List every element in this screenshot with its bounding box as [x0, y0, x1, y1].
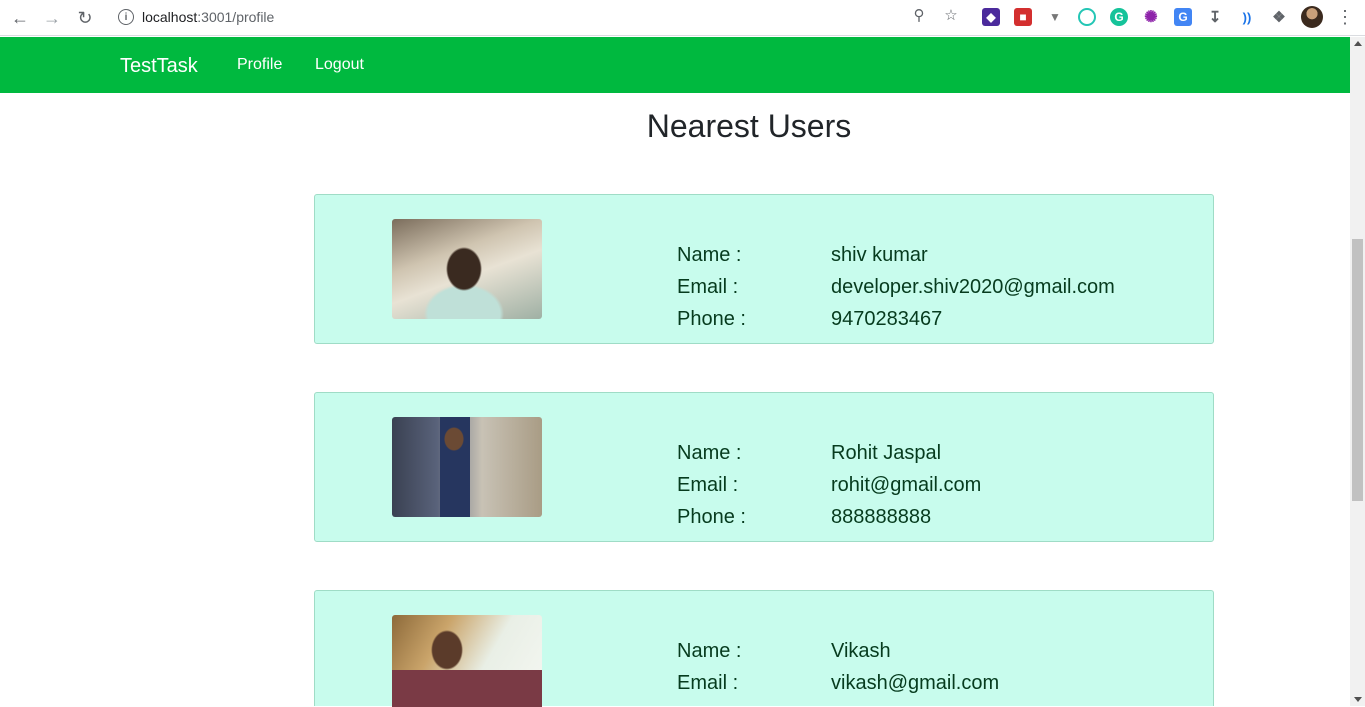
reload-icon[interactable]: ↻ [73, 6, 97, 30]
page-scrollbar[interactable] [1350, 37, 1365, 706]
name-label: Name : [677, 244, 742, 266]
extension-icon[interactable]: ■ [1014, 8, 1032, 26]
url-text: localhost:3001/profile [142, 9, 275, 25]
name-label: Name : [677, 640, 742, 662]
user-card: Name : shiv kumar Email : developer.shiv… [314, 194, 1214, 344]
user-email: vikash@gmail.com [831, 672, 1000, 694]
menu-dots-icon[interactable]: ⋮ [1336, 8, 1354, 26]
scroll-thumb[interactable] [1352, 239, 1363, 501]
extension-icon[interactable]: )) [1238, 8, 1256, 26]
user-card: Name : Rohit Jaspal Email : rohit@gmail.… [314, 392, 1214, 542]
key-icon[interactable]: ⚲ [910, 6, 928, 24]
user-name: Rohit Jaspal [831, 442, 942, 464]
user-email: rohit@gmail.com [831, 474, 982, 496]
phone-label: Phone : [677, 308, 746, 330]
grammarly-icon[interactable]: G [1110, 8, 1128, 26]
email-label: Email : [677, 276, 739, 298]
browser-toolbar: ← → ↻ i localhost:3001/profile ⚲ ☆ ◆ ■ ▼… [0, 0, 1365, 36]
user-email: developer.shiv2020@gmail.com [831, 276, 1115, 298]
address-bar[interactable]: i localhost:3001/profile [108, 3, 968, 31]
name-label: Name : [677, 442, 742, 464]
user-name: shiv kumar [831, 244, 928, 266]
puzzle-extensions-icon[interactable]: ❖ [1270, 8, 1288, 26]
translate-icon[interactable]: G [1174, 8, 1192, 26]
site-info-icon[interactable]: i [118, 9, 134, 25]
page-title: Nearest Users [646, 108, 852, 144]
nav-link-profile[interactable]: Profile [237, 56, 282, 74]
user-phone: 9470283467 [831, 308, 943, 330]
email-label: Email : [677, 672, 739, 694]
user-card: Name : Vikash Email : vikash@gmail.com [314, 590, 1214, 707]
user-photo [392, 615, 542, 707]
user-phone: 888888888 [831, 506, 932, 528]
user-photo [392, 417, 542, 517]
scroll-down-arrow-icon[interactable] [1354, 697, 1362, 702]
email-label: Email : [677, 474, 739, 496]
download-icon[interactable]: ↧ [1206, 8, 1224, 26]
nav-link-logout[interactable]: Logout [315, 56, 364, 74]
vue-devtools-icon[interactable]: ▼ [1046, 8, 1064, 26]
back-arrow-icon[interactable]: ← [8, 6, 32, 30]
app-navbar: TestTask Profile Logout [0, 37, 1350, 93]
brand-link[interactable]: TestTask [120, 55, 198, 78]
extension-icon[interactable]: ✺ [1142, 8, 1160, 26]
forward-arrow-icon[interactable]: → [40, 6, 64, 30]
bookmark-star-icon[interactable]: ☆ [942, 6, 960, 24]
extension-icon[interactable]: ◆ [982, 8, 1000, 26]
profile-avatar[interactable] [1301, 6, 1323, 28]
scroll-up-arrow-icon[interactable] [1354, 41, 1362, 46]
phone-label: Phone : [677, 506, 746, 528]
extension-icon[interactable] [1078, 8, 1096, 26]
user-photo [392, 219, 542, 319]
user-name: Vikash [831, 640, 891, 662]
